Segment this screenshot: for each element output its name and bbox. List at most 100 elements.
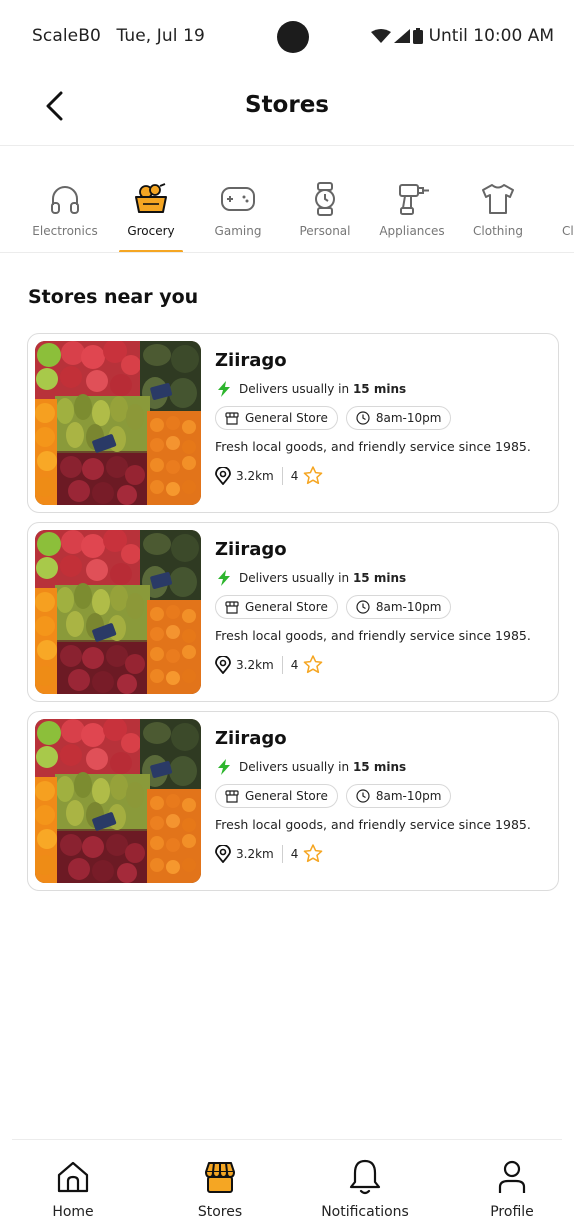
category-appliances[interactable]: Appliances [372,182,452,252]
delivery-info: Delivers usually in 15 mins [215,569,548,587]
tshirt-icon [458,182,538,216]
store-meta: 3.2km 4 [215,655,548,674]
lightning-icon [218,381,230,397]
category-label: Personal [299,224,351,238]
category-tabs: Electronics Grocery Gaming Personal Appl… [0,146,574,253]
bell-icon [310,1158,420,1196]
drill-icon [372,182,452,216]
user-icon [457,1158,567,1196]
storefront-icon [225,600,239,614]
star-icon [304,844,323,863]
lightning-icon [218,759,230,775]
store-type-tag: General Store [215,784,338,808]
store-name: Ziirago [215,728,287,749]
category-electronics[interactable]: Electronics [25,182,105,252]
alarm-text: Until 10:00 AM [428,26,554,46]
store-type-tag: General Store [215,595,338,619]
distance-value: 3.2km [236,846,274,861]
store-image [35,530,201,694]
app-header: Stores [0,72,574,146]
store-card[interactable]: Ziirago Delivers usually in 15 mins Gene… [27,711,559,891]
store-distance: 3.2km [215,466,274,485]
status-date: Tue, Jul 19 [116,26,205,46]
store-info: Ziirago Delivers usually in 15 mins Gene… [215,539,548,674]
delivery-info: Delivers usually in 15 mins [215,380,548,398]
store-rating: 4 [291,655,324,674]
camera-cutout [277,21,309,53]
lightning-icon [218,570,230,586]
category-label: Gaming [214,224,262,238]
status-bar: ScaleB0 Tue, Jul 19 Until 10:00 AM [0,0,574,72]
store-info: Ziirago Delivers usually in 15 mins Gene… [215,728,548,863]
location-pin-icon [215,844,231,863]
section-title: Stores near you [28,286,199,308]
delivery-time: 15 mins [352,571,407,585]
store-type: General Store [245,789,328,803]
store-type: General Store [245,600,328,614]
star-icon [304,655,323,674]
store-rating: 4 [291,466,324,485]
carrier-name: ScaleB0 [32,26,101,46]
store-hours-tag: 8am-10pm [345,784,452,808]
category-partial[interactable]: Cl [545,182,574,252]
distance-value: 3.2km [236,468,274,483]
store-hours-tag: 8am-10pm [345,595,452,619]
meta-divider [281,655,283,674]
store-tags: General Store 8am-10pm [215,784,548,808]
store-card[interactable]: Ziirago Delivers usually in 15 mins Gene… [27,333,559,513]
store-type: General Store [245,411,328,425]
store-hours: 8am-10pm [375,600,442,614]
star-icon [304,466,323,485]
store-hours: 8am-10pm [375,789,442,803]
store-card[interactable]: Ziirago Delivers usually in 15 mins Gene… [27,522,559,702]
nav-profile[interactable]: Profile [457,1158,567,1220]
delivery-prefix: Delivers usually in [239,760,350,774]
category-personal[interactable]: Personal [285,182,365,252]
page-title: Stores [245,92,329,118]
nav-stores[interactable]: Stores [165,1158,275,1220]
headphones-icon [25,182,105,216]
store-distance: 3.2km [215,844,274,863]
category-clothing[interactable]: Clothing [458,182,538,252]
nav-home[interactable]: Home [18,1158,128,1220]
store-hours: 8am-10pm [375,411,442,425]
rating-value: 4 [290,468,299,483]
store-meta: 3.2km 4 [215,844,548,863]
nav-notifications[interactable]: Notifications [310,1158,420,1220]
store-description: Fresh local goods, and friendly service … [215,817,531,832]
rating-value: 4 [290,846,299,861]
store-distance: 3.2km [215,655,274,674]
delivery-time: 15 mins [352,760,407,774]
storefront-icon [225,411,239,425]
watch-icon [285,182,365,216]
wifi-icon [370,29,391,43]
location-pin-icon [215,655,231,674]
status-left: ScaleB0 Tue, Jul 19 [32,26,215,46]
store-name: Ziirago [215,539,287,560]
store-description: Fresh local goods, and friendly service … [215,628,531,643]
storefront-icon [225,789,239,803]
category-gaming[interactable]: Gaming [198,182,278,252]
distance-value: 3.2km [236,657,274,672]
delivery-prefix: Delivers usually in [239,382,350,396]
nav-label: Home [52,1204,94,1220]
category-label: Cl [562,224,574,238]
store-description: Fresh local goods, and friendly service … [215,439,531,454]
status-right: Until 10:00 AM [370,26,554,46]
store-image [35,341,201,505]
store-icon [165,1158,275,1196]
store-image [35,719,201,883]
rating-value: 4 [290,657,299,672]
meta-divider [281,466,283,485]
partial-category-icon [545,182,574,216]
location-pin-icon [215,466,231,485]
nav-label: Profile [490,1204,534,1220]
store-tags: General Store 8am-10pm [215,406,548,430]
nav-label: Notifications [321,1204,409,1220]
grocery-basket-icon [111,182,191,216]
nav-label: Stores [197,1204,243,1220]
gamepad-icon [198,182,278,216]
category-grocery[interactable]: Grocery [111,182,191,252]
clock-icon [356,600,370,614]
store-tags: General Store 8am-10pm [215,595,548,619]
